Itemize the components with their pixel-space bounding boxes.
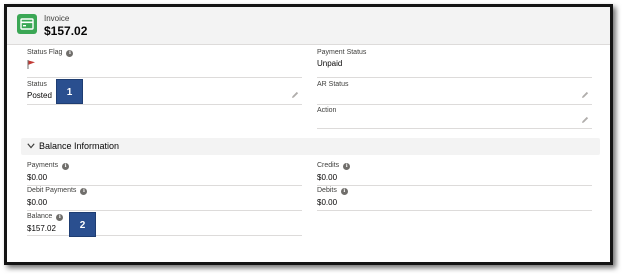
status-field: Status Posted xyxy=(27,81,52,100)
status-flag-field: Status Flag i xyxy=(27,49,74,57)
credits-value: $0.00 xyxy=(317,173,338,182)
action-label: Action xyxy=(317,107,337,114)
record-header: Invoice $157.02 xyxy=(7,7,610,45)
section-title: Balance Information xyxy=(39,141,120,151)
status-flag-label: Status Flag xyxy=(27,49,63,56)
red-flag-icon xyxy=(27,60,35,69)
payments-label: Payments xyxy=(27,162,59,169)
ar-status-label: AR Status xyxy=(317,81,349,88)
divider xyxy=(27,210,302,211)
callout-marker-2: 2 xyxy=(69,212,96,237)
info-icon[interactable]: i xyxy=(66,50,74,57)
balance-information-section-toggle[interactable]: Balance Information xyxy=(21,138,600,155)
divider xyxy=(27,77,302,78)
divider xyxy=(317,77,592,78)
info-icon[interactable]: i xyxy=(80,188,88,195)
action-field: Action xyxy=(317,107,336,117)
record-frame: Invoice $157.02 Status Flag i Payment Sta… xyxy=(4,4,613,265)
debit-payments-field: Debit Payments i $0.00 xyxy=(27,187,88,207)
divider xyxy=(27,185,302,186)
edit-status-pencil-icon[interactable] xyxy=(291,91,299,99)
debits-field: Debits i $0.00 xyxy=(317,187,348,207)
credits-field: Credits i $0.00 xyxy=(317,162,351,182)
payment-status-label: Payment Status xyxy=(317,49,367,56)
payment-status-field: Payment Status Unpaid xyxy=(317,49,366,68)
credits-label: Credits xyxy=(317,162,340,169)
balance-value: $157.02 xyxy=(27,224,56,233)
status-value: Posted xyxy=(27,91,52,100)
edit-ar-status-pencil-icon[interactable] xyxy=(581,91,589,99)
payments-field: Payments i $0.00 xyxy=(27,162,70,182)
debit-payments-label: Debit Payments xyxy=(27,187,77,194)
divider xyxy=(317,128,592,129)
info-icon[interactable]: i xyxy=(343,163,351,170)
callout-marker-1: 1 xyxy=(56,79,83,104)
debits-label: Debits xyxy=(317,187,337,194)
status-label: Status xyxy=(27,81,47,88)
divider xyxy=(317,185,592,186)
divider xyxy=(317,104,592,105)
edit-action-pencil-icon[interactable] xyxy=(581,116,589,124)
payment-status-value: Unpaid xyxy=(317,59,343,68)
record-type-label: Invoice xyxy=(44,14,70,23)
info-icon[interactable]: i xyxy=(56,214,64,221)
balance-field: Balance i $157.02 xyxy=(27,213,64,233)
divider xyxy=(317,210,592,211)
record-title-amount: $157.02 xyxy=(44,24,88,38)
debits-value: $0.00 xyxy=(317,198,338,207)
balance-label: Balance xyxy=(27,213,53,220)
ar-status-field: AR Status xyxy=(317,81,349,91)
invoice-icon xyxy=(17,14,37,34)
info-icon[interactable]: i xyxy=(62,163,70,170)
chevron-down-icon xyxy=(27,143,35,149)
info-icon[interactable]: i xyxy=(340,188,348,195)
payments-value: $0.00 xyxy=(27,173,48,182)
debit-payments-value: $0.00 xyxy=(27,198,48,207)
